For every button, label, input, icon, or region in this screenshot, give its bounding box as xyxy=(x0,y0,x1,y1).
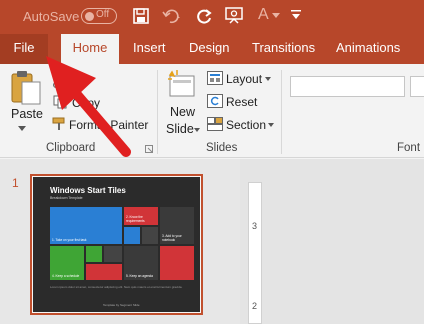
red-arrow-annotation xyxy=(46,56,131,157)
